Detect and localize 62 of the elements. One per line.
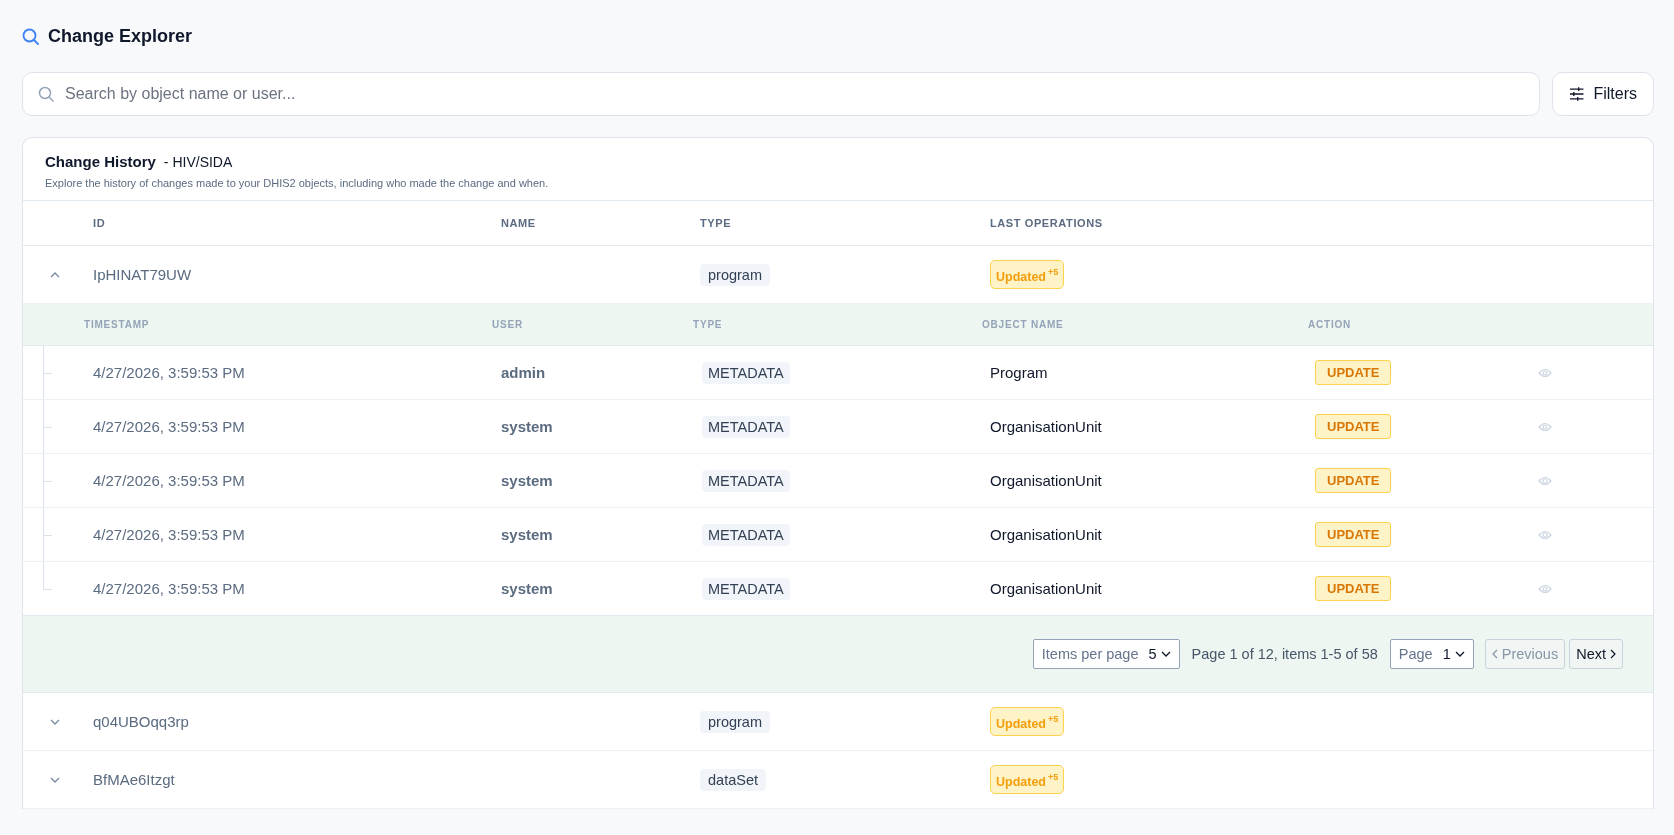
object-name-cell-text: OrganisationUnit — [989, 580, 1103, 597]
type-tag: program — [700, 263, 770, 286]
chevron-right-icon — [1610, 649, 1616, 659]
column-header[interactable]: ID — [93, 217, 501, 229]
id-cell-text: q04UBOqq3rp — [93, 713, 190, 730]
object-name-cell-text: OrganisationUnit — [989, 418, 1103, 435]
card-subtitle: - HIV/SIDA — [163, 154, 233, 170]
action-badge: UPDATE — [1315, 522, 1392, 547]
type-tag: METADATA — [702, 523, 790, 546]
chevron-down-icon — [1454, 651, 1465, 657]
column-header[interactable]: NAME — [501, 217, 700, 229]
timestamp-cell-text: 4/27/2026, 3:59:53 PM — [92, 418, 246, 435]
user-cell-text: system — [500, 526, 554, 543]
search-field[interactable]: Search by object name or user... — [22, 72, 1540, 116]
search-icon — [22, 27, 39, 45]
filters-button[interactable]: Filters — [1552, 72, 1654, 116]
type-tag: METADATA — [702, 415, 790, 438]
operation-badge: Updated $^{+5}$ — [990, 765, 1065, 794]
user-cell-text: system — [500, 580, 554, 597]
type-tag: METADATA — [702, 469, 790, 492]
view-icon[interactable] — [1538, 475, 1552, 486]
expand-chevron-icon — [50, 718, 60, 725]
column-header[interactable]: TYPE — [700, 217, 990, 229]
user-cell-text: admin — [500, 364, 547, 381]
page-summary: Page 1 of 12, items 1-5 of 58 — [1191, 646, 1378, 662]
items-per-page-select[interactable]: Items per page 5 — [1032, 639, 1180, 669]
timestamp-cell-text: 4/27/2026, 3:59:53 PM — [92, 526, 246, 543]
type-tag: METADATA — [702, 361, 790, 384]
timestamp-cell-text: 4/27/2026, 3:59:53 PM — [92, 472, 246, 489]
type-tag: dataSet — [700, 768, 766, 791]
operation-badge: Updated $^{+5}$ — [990, 707, 1065, 736]
object-name-cell-text: Program — [989, 364, 1049, 381]
next-button[interactable]: Next — [1569, 639, 1623, 669]
object-name-cell-text: OrganisationUnit — [989, 526, 1103, 543]
view-icon[interactable] — [1538, 421, 1552, 432]
view-icon[interactable] — [1538, 367, 1552, 378]
operation-badge: Updated $^{+5}$ — [990, 260, 1065, 289]
page-title: Change Explorer — [48, 25, 193, 47]
column-header[interactable]: LAST OPERATIONS — [990, 217, 1653, 229]
action-badge: UPDATE — [1315, 468, 1392, 493]
type-tag: METADATA — [702, 577, 790, 600]
expand-chevron-icon — [50, 776, 60, 783]
id-cell-text: IpHINAT79UW — [93, 266, 193, 283]
user-cell-text: system — [500, 418, 554, 435]
collapse-chevron-icon — [50, 271, 60, 278]
type-tag: program — [700, 710, 770, 733]
card-description: Explore the history of changes made to your DHIS2 objects, including who made the change and when. — [45, 177, 550, 189]
user-cell-text: system — [500, 472, 554, 489]
chevron-left-icon — [1491, 649, 1498, 659]
page-select[interactable]: Page 1 — [1389, 639, 1474, 669]
card-title: Change History — [45, 153, 156, 170]
sliders-icon — [1569, 87, 1585, 101]
view-icon[interactable] — [1538, 529, 1552, 540]
timestamp-cell-text: 4/27/2026, 3:59:53 PM — [92, 364, 246, 381]
action-badge: UPDATE — [1315, 576, 1392, 601]
action-badge: UPDATE — [1315, 360, 1392, 385]
view-icon[interactable] — [1538, 583, 1552, 594]
object-name-cell-text: OrganisationUnit — [989, 472, 1103, 489]
chevron-down-icon — [1160, 651, 1171, 657]
timestamp-cell-text: 4/27/2026, 3:59:53 PM — [92, 580, 246, 597]
action-badge: UPDATE — [1315, 414, 1392, 439]
id-cell-text: BfMAe6Itzgt — [93, 771, 176, 788]
